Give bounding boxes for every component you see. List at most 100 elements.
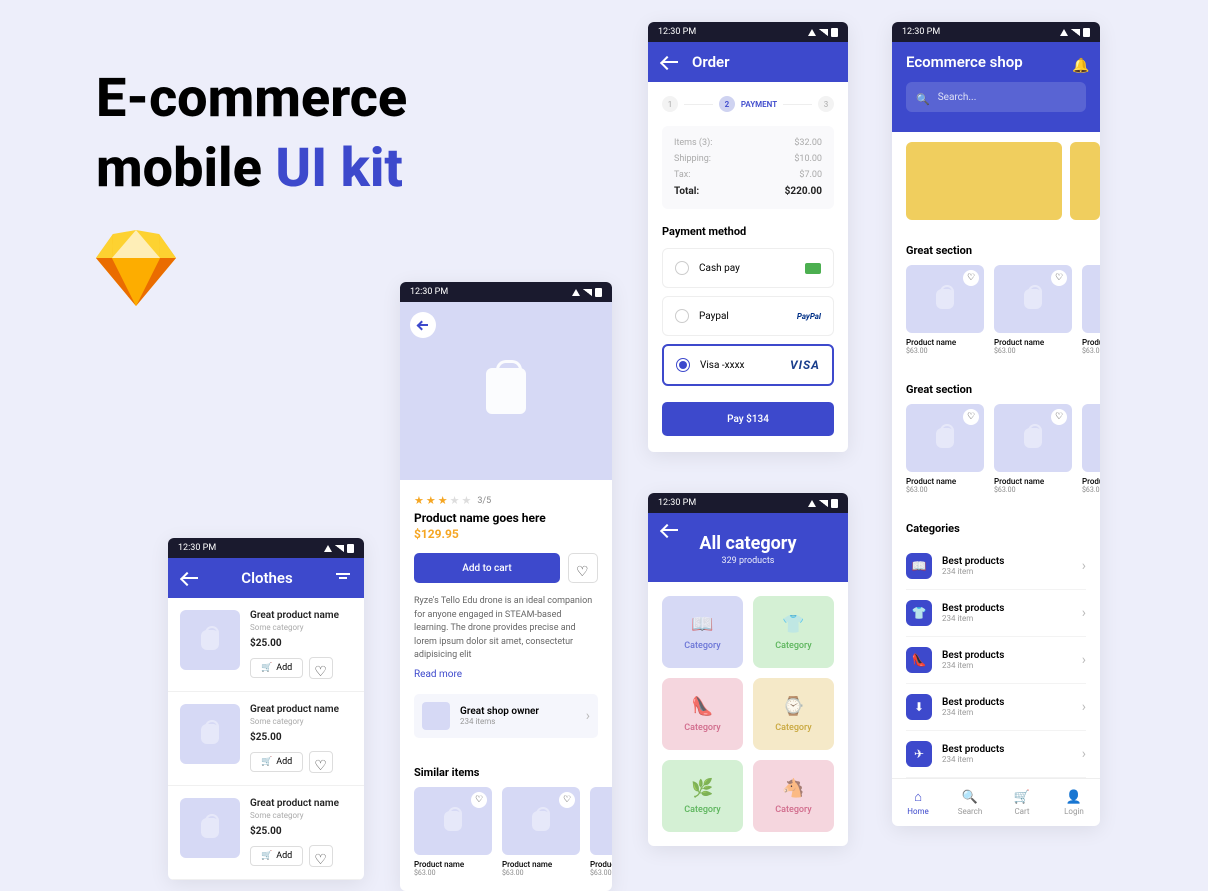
tab-search[interactable]: 🔍 Search bbox=[944, 779, 996, 826]
shop-owner-row[interactable]: Great shop owner 234 items › bbox=[414, 694, 598, 738]
tab-icon: ⌂ bbox=[914, 789, 922, 805]
favorite-button[interactable]: ♡ bbox=[963, 270, 979, 286]
product-card[interactable]: ♡ Product n $63.00 bbox=[1082, 404, 1100, 494]
radio-icon bbox=[676, 358, 690, 372]
product-list-item[interactable]: Great product name Some category $25.00 … bbox=[168, 598, 364, 692]
tab-cart[interactable]: 🛒 Cart bbox=[996, 779, 1048, 826]
product-name: Product name goes here bbox=[414, 511, 598, 525]
tab-login[interactable]: 👤 Login bbox=[1048, 779, 1100, 826]
payment-paypal[interactable]: Paypal PayPal bbox=[662, 296, 834, 336]
category-icon: 🌿 bbox=[691, 778, 713, 799]
back-icon[interactable] bbox=[662, 61, 678, 63]
back-icon[interactable] bbox=[662, 529, 678, 531]
section-heading: Great section bbox=[906, 244, 1086, 257]
order-summary: Items (3):$32.00 Shipping:$10.00 Tax:$7.… bbox=[662, 126, 834, 209]
bell-icon[interactable] bbox=[1072, 55, 1086, 69]
pay-button[interactable]: Pay $134 bbox=[662, 402, 834, 436]
shop-avatar bbox=[422, 702, 450, 730]
category-icon: ⌚ bbox=[782, 696, 804, 717]
status-bar: 12:30 PM bbox=[648, 493, 848, 513]
similar-items-heading: Similar items bbox=[414, 766, 598, 779]
chevron-right-icon: › bbox=[1082, 652, 1086, 668]
back-icon[interactable] bbox=[182, 577, 198, 579]
tab-home[interactable]: ⌂ Home bbox=[892, 779, 944, 826]
app-bar: Clothes bbox=[168, 558, 364, 598]
screen-clothes-list: 12:30 PM Clothes Great product name Some… bbox=[168, 538, 364, 880]
product-thumb bbox=[180, 798, 240, 858]
category-icon: 📖 bbox=[691, 614, 713, 635]
favorite-button[interactable]: ♡ bbox=[1051, 409, 1067, 425]
step-2[interactable]: 2 bbox=[719, 96, 735, 112]
favorite-button[interactable]: ♡ bbox=[559, 792, 575, 808]
chevron-right-icon: › bbox=[1082, 558, 1086, 574]
payment-visa[interactable]: Visa -xxxx VISA bbox=[662, 344, 834, 386]
category-tile[interactable]: 🌿 Category bbox=[662, 760, 743, 832]
add-button[interactable]: Add bbox=[250, 846, 303, 866]
category-row[interactable]: 👕 Best products234 item › bbox=[906, 590, 1086, 637]
add-to-cart-button[interactable]: Add to cart bbox=[414, 553, 560, 583]
cart-icon bbox=[261, 663, 272, 673]
product-name: Great product name bbox=[250, 704, 352, 715]
status-bar: 12:30 PM bbox=[892, 22, 1100, 42]
tab-icon: 🔍 bbox=[962, 790, 978, 805]
product-card[interactable]: ♡ Product name $63.00 bbox=[906, 404, 984, 494]
favorite-button[interactable]: ♡ bbox=[1051, 270, 1067, 286]
category-icon: 👠 bbox=[691, 696, 713, 717]
search-input[interactable]: Search... bbox=[906, 82, 1086, 112]
favorite-button[interactable] bbox=[309, 751, 333, 773]
product-category: Some category bbox=[250, 811, 352, 820]
cart-icon bbox=[261, 851, 272, 861]
product-name: Great product name bbox=[250, 610, 352, 621]
banner[interactable] bbox=[906, 142, 1062, 220]
filter-icon[interactable] bbox=[336, 573, 350, 583]
banner-carousel[interactable] bbox=[892, 132, 1100, 230]
product-card[interactable]: ♡ Product name $63.00 bbox=[414, 787, 492, 877]
status-bar: 12:30 PM bbox=[648, 22, 848, 42]
favorite-button[interactable] bbox=[309, 845, 333, 867]
category-icon: ✈ bbox=[906, 741, 932, 767]
product-card[interactable]: ♡ Product name $63.00 bbox=[994, 265, 1072, 355]
category-tile[interactable]: 👕 Category bbox=[753, 596, 834, 668]
step-1[interactable]: 1 bbox=[662, 96, 678, 112]
product-card[interactable]: ♡ Product name $63.00 bbox=[1082, 265, 1100, 355]
rating: ★★★★★ 3/5 bbox=[414, 494, 598, 507]
product-list-item[interactable]: Great product name Some category $25.00 … bbox=[168, 692, 364, 786]
favorite-button[interactable]: ♡ bbox=[471, 792, 487, 808]
step-3[interactable]: 3 bbox=[818, 96, 834, 112]
category-row[interactable]: ✈ Best products234 item › bbox=[906, 731, 1086, 778]
product-description: Ryze's Tello Edu drone is an ideal compa… bbox=[414, 595, 598, 663]
category-row[interactable]: ⬇ Best products234 item › bbox=[906, 684, 1086, 731]
radio-icon bbox=[675, 261, 689, 275]
chevron-right-icon: › bbox=[1082, 605, 1086, 621]
product-image bbox=[400, 302, 612, 480]
category-icon: 👕 bbox=[782, 614, 804, 635]
product-card[interactable]: ♡ Product name $63.00 bbox=[994, 404, 1072, 494]
product-category: Some category bbox=[250, 623, 352, 632]
category-tile[interactable]: 🐴 Category bbox=[753, 760, 834, 832]
radio-icon bbox=[675, 309, 689, 323]
read-more-link[interactable]: Read more bbox=[414, 669, 598, 680]
add-button[interactable]: Add bbox=[250, 658, 303, 678]
favorite-button[interactable] bbox=[568, 553, 598, 583]
screen-all-categories: 12:30 PM All category 329 products 📖 Cat… bbox=[648, 493, 848, 846]
cart-icon bbox=[261, 757, 272, 767]
favorite-button[interactable] bbox=[309, 657, 333, 679]
back-button[interactable] bbox=[410, 312, 436, 338]
category-tile[interactable]: 👠 Category bbox=[662, 678, 743, 750]
product-name: Great product name bbox=[250, 798, 352, 809]
add-button[interactable]: Add bbox=[250, 752, 303, 772]
category-icon: 🐴 bbox=[782, 778, 804, 799]
favorite-button[interactable]: ♡ bbox=[963, 409, 979, 425]
product-card[interactable]: ♡ Product name $63.00 bbox=[906, 265, 984, 355]
category-row[interactable]: 📖 Best products234 item › bbox=[906, 543, 1086, 590]
payment-cash[interactable]: Cash pay bbox=[662, 248, 834, 288]
app-bar: Order bbox=[648, 42, 848, 82]
category-tile[interactable]: ⌚ Category bbox=[753, 678, 834, 750]
product-card[interactable]: ♡ Product name $63.00 bbox=[502, 787, 580, 877]
app-bar: Ecommerce shop bbox=[892, 42, 1100, 82]
category-row[interactable]: 👠 Best products234 item › bbox=[906, 637, 1086, 684]
product-list-item[interactable]: Great product name Some category $25.00 … bbox=[168, 786, 364, 880]
category-tile[interactable]: 📖 Category bbox=[662, 596, 743, 668]
banner[interactable] bbox=[1070, 142, 1100, 220]
product-card[interactable]: ♡ Product name $63.00 bbox=[590, 787, 612, 877]
